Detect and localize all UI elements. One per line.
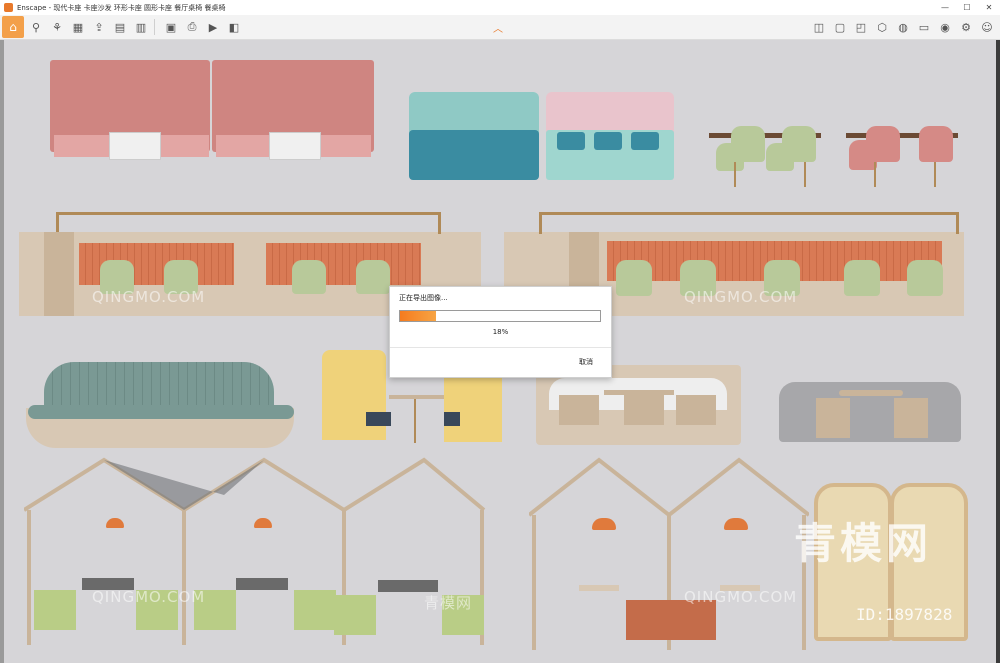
watermark-id: ID:1897828	[856, 605, 953, 624]
video-icon: ▶	[208, 20, 218, 34]
views-button[interactable]: ▢	[831, 18, 849, 36]
export-button[interactable]: ⎙	[183, 18, 201, 36]
toolbar-separator	[154, 19, 155, 35]
settings-button[interactable]: ⚙	[957, 18, 975, 36]
watermark-site: QINGMO.COM	[684, 288, 798, 306]
window-title: Enscape - 现代卡座 卡座沙发 环形卡座 圆形卡座 餐厅桌椅 餐桌椅	[17, 3, 226, 12]
screenshot-icon: ◰	[855, 20, 867, 34]
image-icon: ▣	[165, 20, 177, 34]
feedback-icon: ☺	[981, 20, 993, 34]
assets-button[interactable]: ⚘	[48, 18, 66, 36]
watermark-site: QINGMO.COM	[92, 588, 206, 606]
watermark-site: QINGMO.COM	[684, 588, 798, 606]
watermark-brand-large: 青模网	[794, 519, 933, 568]
progress-fill	[400, 311, 436, 321]
cancel-button[interactable]: 取消	[579, 357, 593, 367]
toolbar-right-group: ◫ ▢ ◰ ⬡ ◍ ▭ ◉ ⚙ ☺	[807, 18, 996, 36]
home-icon: ⌂	[9, 20, 17, 34]
maximize-button[interactable]: ☐	[956, 0, 978, 15]
video-button[interactable]: ▶	[204, 18, 222, 36]
visibility-icon: ◉	[940, 20, 950, 34]
panorama-button[interactable]: ◧	[225, 18, 243, 36]
minimize-button[interactable]: —	[934, 0, 956, 15]
collapse-chevron-icon[interactable]: ︿	[493, 20, 503, 35]
batch-icon: ▥	[135, 20, 147, 34]
feedback-button[interactable]: ☺	[978, 18, 996, 36]
panorama-icon: ◧	[228, 20, 240, 34]
dialog-title: 正在导出图像...	[399, 294, 448, 302]
asset-editor-button[interactable]: ▭	[915, 18, 933, 36]
views-icon: ▢	[834, 20, 846, 34]
bim-button[interactable]: ▦	[69, 18, 87, 36]
library-icon: ▤	[114, 20, 126, 34]
rooms-icon: ⚲	[31, 20, 41, 34]
image-export-button[interactable]: ▣	[162, 18, 180, 36]
toolbar: ⌂ ⚲ ⚘ ▦ ⇪ ▤ ▥ ▣ ⎙ ▶ ◧ ︿ ◫ ▢ ◰ ⬡ ◍ ▭ ◉ ⚙ …	[0, 15, 1000, 40]
watermark-brand: 青模网	[424, 594, 473, 612]
map-icon: ◫	[813, 20, 825, 34]
export-progress-bar	[399, 310, 601, 322]
material-icon: ◍	[898, 20, 908, 34]
progress-percent-label: 18%	[492, 328, 509, 336]
enscape-logo-icon	[4, 3, 13, 12]
upload-button[interactable]: ⇪	[90, 18, 108, 36]
title-bar: Enscape - 现代卡座 卡座沙发 环形卡座 圆形卡座 餐厅桌椅 餐桌椅 —…	[0, 0, 1000, 16]
settings-icon: ⚙	[961, 20, 971, 34]
visibility-button[interactable]: ◉	[936, 18, 954, 36]
right-edge	[996, 40, 1000, 663]
batch-button[interactable]: ▥	[132, 18, 150, 36]
assets-icon: ⚘	[52, 20, 62, 34]
asset-editor-icon: ▭	[918, 20, 930, 34]
screenshot-button[interactable]: ◰	[852, 18, 870, 36]
map-button[interactable]: ◫	[810, 18, 828, 36]
upload-icon: ⇪	[94, 20, 104, 34]
rooms-button[interactable]: ⚲	[27, 18, 45, 36]
bim-icon: ▦	[72, 20, 84, 34]
app-window: Enscape - 现代卡座 卡座沙发 环形卡座 圆形卡座 餐厅桌椅 餐桌椅 —…	[0, 0, 1000, 663]
cube-button[interactable]: ⬡	[873, 18, 891, 36]
close-button[interactable]: ✕	[978, 0, 1000, 15]
library-button[interactable]: ▤	[111, 18, 129, 36]
material-button[interactable]: ◍	[894, 18, 912, 36]
home-button[interactable]: ⌂	[2, 16, 24, 38]
cube-icon: ⬡	[877, 20, 887, 34]
dialog-divider	[390, 347, 611, 348]
window-controls: — ☐ ✕	[934, 0, 1000, 15]
export-progress-dialog: 正在导出图像... 18% 取消	[389, 286, 612, 378]
watermark-site: QINGMO.COM	[92, 288, 206, 306]
export-icon: ⎙	[187, 20, 197, 33]
